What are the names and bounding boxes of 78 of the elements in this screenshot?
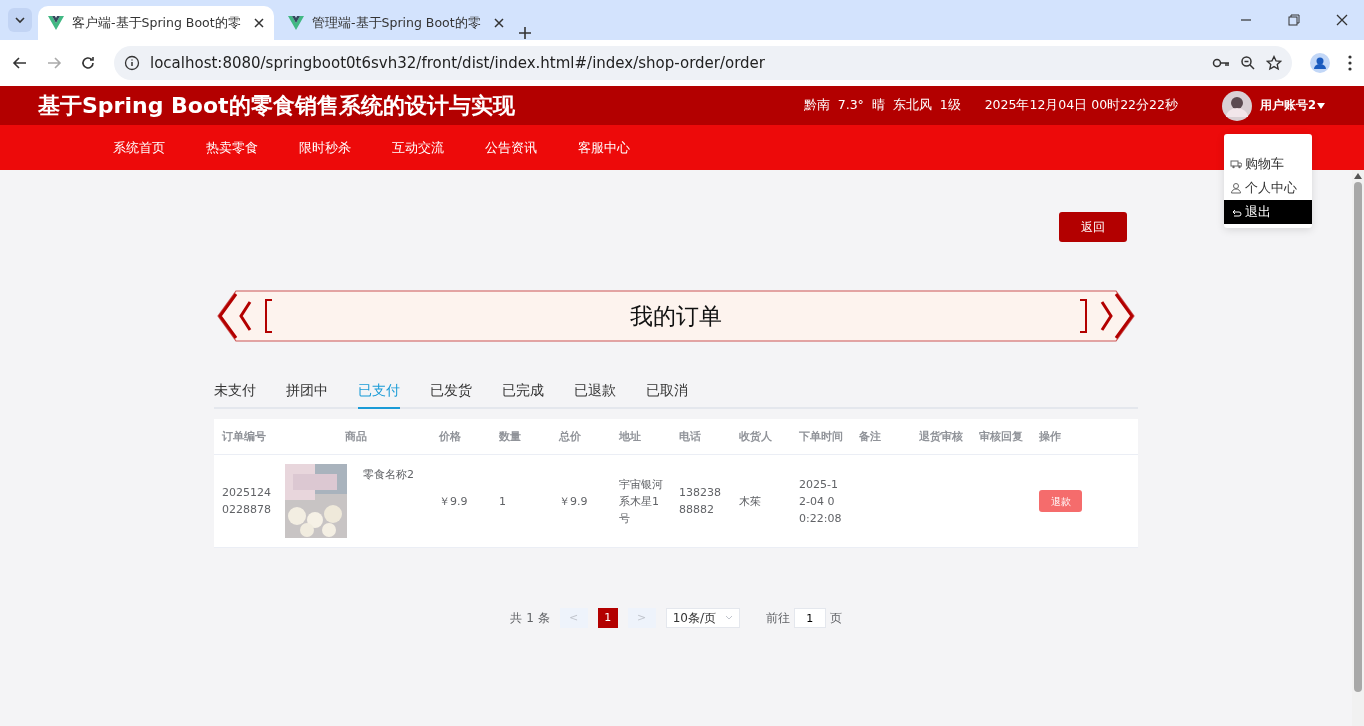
product-name: 零食名称2 [363,467,414,483]
nav-link[interactable]: 公告资讯 [464,136,557,159]
tab-title: 管理端-基于Spring Boot的零 [312,13,482,32]
profile-icon[interactable] [1310,53,1330,73]
browser-tab[interactable]: 客户端-基于Spring Boot的零 [38,6,274,40]
column-header: 地址 [618,429,642,445]
site-title: 基于Spring Boot的零食销售系统的设计与实现 [38,92,515,120]
column-header: 数量 [498,429,522,445]
user-icon [1230,182,1242,194]
key-icon[interactable] [1212,57,1230,69]
back-icon[interactable] [12,55,28,71]
star-icon[interactable] [1266,55,1282,71]
scrollbar-thumb[interactable] [1354,182,1362,692]
table-cell-text: 20251240228878 [221,485,272,518]
more-icon[interactable] [1348,55,1352,71]
status-tab[interactable]: 未支付 [214,380,256,409]
nav-link[interactable]: 限时秒杀 [278,136,371,159]
chevron-down-icon [15,16,25,24]
scroll-up-icon[interactable] [1354,173,1362,179]
column-header: 下单时间 [798,429,844,445]
table-cell-text: 宇宙银河系木星1号 [618,476,664,527]
zoom-icon[interactable] [1240,55,1256,71]
caret-icon[interactable] [1316,101,1326,110]
reload-icon[interactable] [80,55,96,71]
close-icon[interactable] [1336,14,1348,26]
column-header: 总价 [557,429,582,445]
table-cell-text: 2025-12-04 00:22:08 [798,476,843,527]
restore-icon[interactable] [1288,14,1300,26]
browser-tab[interactable]: 管理端-基于Spring Boot的零 [278,6,514,40]
nav-link[interactable]: 系统首页 [92,136,185,159]
address-bar[interactable]: localhost:8080/springboot0t6svh32/front/dist/index.html#/index/shop-order/order [114,46,1292,80]
page-title: 我的订单 [630,301,722,331]
table-cell-text: 13823888882 [678,485,722,518]
info-icon[interactable] [124,55,140,71]
new-tab-icon[interactable] [518,26,532,40]
weather-text: 黔南 7.3° 晴 东北风 1级 [803,96,961,115]
page-size-select[interactable]: 10条/页 [665,608,740,628]
vue-logo-icon [48,16,64,30]
truck-icon [1230,158,1242,170]
menu-item[interactable]: 退出 [1224,200,1312,224]
column-header: 操作 [1038,429,1062,445]
column-header: 电话 [678,429,702,445]
page-input[interactable]: 1 [793,608,826,628]
column-header: 备注 [858,429,882,445]
goto-label: 前往 [765,610,790,627]
nav-link[interactable]: 客服中心 [557,136,650,159]
total-count: 共 1 条 [510,610,550,627]
column-header: 收货人 [738,429,773,445]
avatar [1222,90,1252,121]
goto-suffix: 页 [829,610,842,627]
menu-item[interactable]: 个人中心 [1224,176,1312,200]
status-tab[interactable]: 已完成 [502,380,544,409]
status-tab[interactable]: 已发货 [430,380,472,409]
column-header: 商品 [344,429,368,445]
tab-list-button[interactable] [8,8,32,32]
table-cell-text: ￥9.9 [558,493,589,510]
status-tab[interactable]: 已退款 [574,380,616,409]
close-icon[interactable] [254,18,264,28]
column-header: 退货审核 [918,429,964,445]
close-icon[interactable] [494,18,504,28]
vue-logo-icon [288,16,304,30]
back-button[interactable]: 返回 [1059,212,1127,242]
tab-title: 客户端-基于Spring Boot的零 [72,13,242,32]
column-header: 订单编号 [221,429,267,445]
chevron-down-icon [724,615,733,621]
page-button[interactable]: 1 [597,608,618,628]
date-time: 2025年12月04日 00时22分22秒 [984,96,1178,115]
menu-item[interactable]: 购物车 [1224,152,1312,176]
column-header: 价格 [438,429,462,445]
status-tab[interactable]: 拼团中 [286,380,328,409]
nav-link[interactable]: 热卖零食 [185,136,278,159]
status-tab[interactable]: 已取消 [646,380,688,409]
table-cell-text: 1 [498,493,507,510]
column-header: 审核回复 [978,429,1024,445]
table-cell-text: ￥9.9 [438,493,469,510]
nav-link[interactable]: 互动交流 [371,136,464,159]
table-cell-text: 木茱 [738,493,762,510]
user-menu-toggle[interactable]: 用户账号2 [1260,96,1316,115]
